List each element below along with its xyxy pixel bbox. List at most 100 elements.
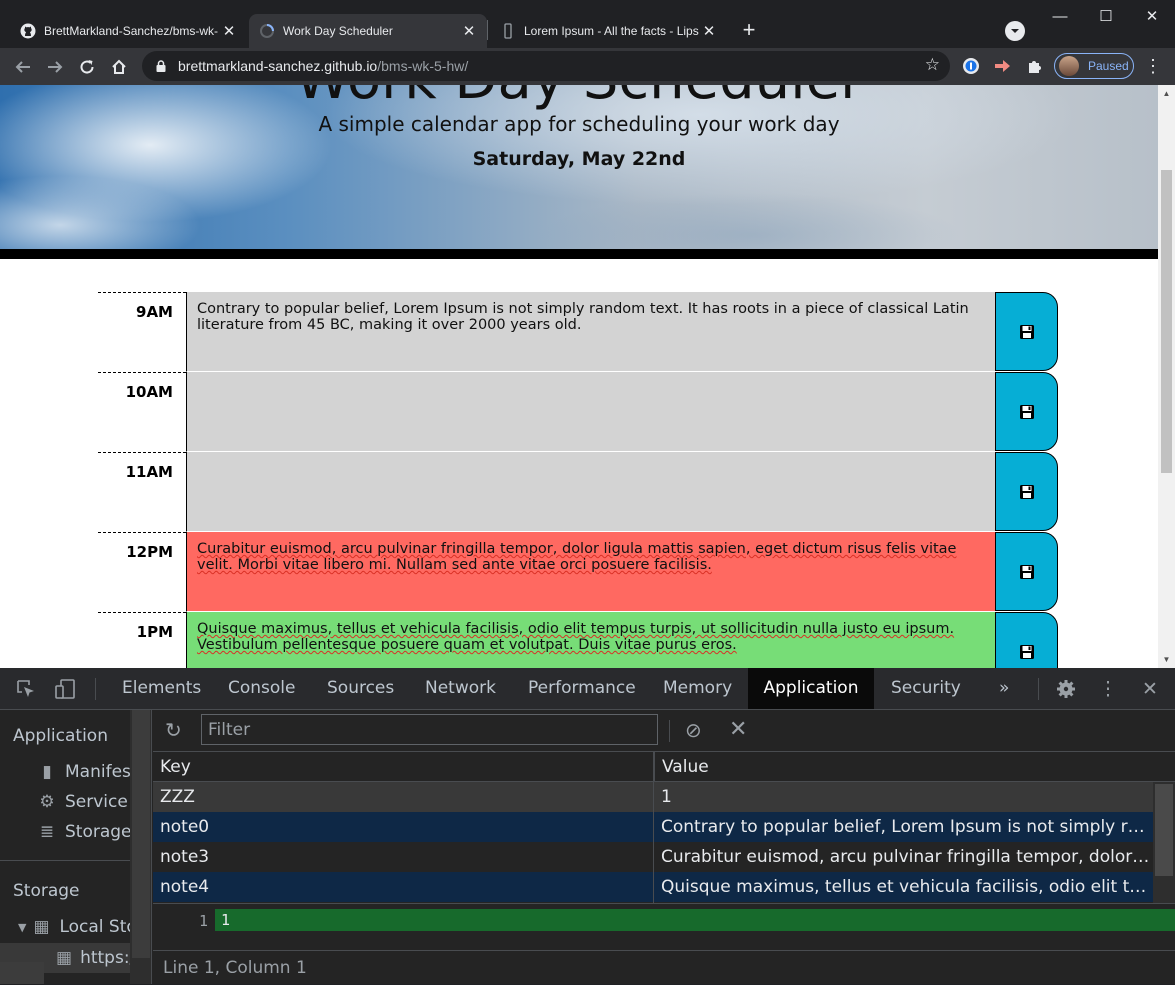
close-icon[interactable]: ✕ (701, 22, 717, 40)
tab-lorem-ipsum[interactable]: Lorem Ipsum - All the facts - Lips ✕ (490, 14, 727, 48)
close-window-button[interactable]: ✕ (1129, 0, 1175, 32)
column-divider[interactable] (653, 752, 654, 903)
storage-table-panel: ↻ ⊘ ✕ Key Value ZZZ 1 note0 Contrary to … (153, 710, 1175, 984)
status-bar: Line 1, Column 1 (153, 950, 1175, 984)
description-textarea[interactable]: Contrary to popular belief, Lorem Ipsum … (186, 292, 995, 372)
tab-github[interactable]: BrettMarkland-Sanchez/bms-wk- ✕ (10, 14, 247, 48)
database-icon: ≣ (39, 822, 55, 842)
save-button[interactable] (995, 452, 1058, 531)
back-button[interactable] (10, 54, 36, 80)
refresh-icon[interactable]: ↻ (165, 718, 182, 743)
page-subtitle: A simple calendar app for scheduling you… (318, 112, 840, 136)
scrollbar-thumb[interactable] (1155, 784, 1173, 876)
arrow-left-icon (15, 61, 30, 73)
row-key: note3 (160, 847, 210, 867)
sidebar-divider (0, 860, 130, 861)
reload-icon (80, 60, 94, 74)
avatar (1059, 56, 1079, 76)
tab-sources[interactable]: Sources (316, 668, 405, 709)
preview-code: 1 (215, 909, 1175, 931)
close-icon[interactable]: ✕ (461, 22, 477, 40)
row-value: 1 (661, 787, 672, 807)
time-block: 9AM Contrary to popular belief, Lorem Ip… (98, 292, 1060, 372)
sidebar-scrollbar[interactable] (130, 710, 151, 984)
row-value: Contrary to popular belief, Lorem Ipsum … (661, 817, 1152, 837)
browser-menu-icon[interactable]: ⋮ (1144, 56, 1162, 77)
toolbar-divider (95, 678, 96, 700)
column-header-key[interactable]: Key (153, 752, 654, 782)
hour-label: 10AM (98, 372, 186, 452)
scrollbar-thumb[interactable] (132, 710, 150, 958)
row-value: Quisque maximus, tellus et vehicula faci… (661, 877, 1152, 897)
clear-all-icon[interactable]: ⊘ (685, 718, 702, 743)
scroll-down-icon[interactable]: ▼ (1158, 651, 1175, 668)
document-icon: ▮ (42, 762, 52, 782)
save-button[interactable] (995, 292, 1058, 371)
new-tab-button[interactable]: + (738, 19, 760, 42)
minimize-button[interactable]: — (1037, 0, 1083, 32)
floppy-disk-icon (1019, 644, 1034, 659)
sidebar-hscroll-thumb[interactable] (0, 962, 44, 984)
forward-button[interactable] (42, 54, 68, 80)
sidebar-item-storage[interactable]: ≣ Storage (37, 822, 132, 842)
row-key: ZZZ (160, 787, 195, 807)
close-devtools-icon[interactable]: ✕ (1139, 678, 1161, 700)
table-scrollbar[interactable] (1153, 782, 1175, 903)
home-button[interactable] (106, 54, 132, 80)
page-scrollbar[interactable]: ▲ ▼ (1158, 85, 1175, 668)
extensions-puzzle-icon[interactable] (1026, 57, 1044, 75)
lipsum-icon (500, 23, 516, 39)
scrollbar-thumb[interactable] (1161, 170, 1172, 473)
address-bar[interactable]: brettmarkland-sanchez.github.io/bms-wk-5… (142, 51, 950, 81)
profile-button[interactable]: Paused (1054, 53, 1134, 79)
tab-separator (487, 20, 488, 40)
delete-selected-icon[interactable]: ✕ (729, 716, 747, 742)
tab-console[interactable]: Console (217, 668, 307, 709)
page-viewport: Work Day Scheduler A simple calendar app… (0, 85, 1175, 668)
extension-arrow-icon[interactable] (993, 57, 1011, 75)
close-icon[interactable]: ✕ (221, 22, 237, 40)
bookmark-star-icon[interactable]: ☆ (925, 55, 940, 75)
maximize-button[interactable]: ☐ (1083, 0, 1129, 32)
more-tabs-icon[interactable]: » (988, 668, 1020, 709)
save-button[interactable] (995, 612, 1058, 668)
description-textarea[interactable] (186, 452, 995, 532)
sidebar-item-label: Storage (65, 822, 132, 842)
filter-input[interactable] (201, 714, 658, 745)
header-divider (0, 249, 1158, 259)
description-textarea[interactable] (186, 372, 995, 452)
column-header-value[interactable]: Value (654, 752, 1175, 782)
kebab-menu-icon[interactable]: ⋮ (1097, 678, 1119, 700)
tab-title: Lorem Ipsum - All the facts - Lips (524, 24, 699, 38)
tab-work-day-scheduler[interactable]: Work Day Scheduler ✕ (249, 14, 487, 48)
tab-application[interactable]: Application (748, 668, 874, 709)
tree-expand-icon: ▼ (18, 920, 27, 934)
sidebar-item-label: Manifest (65, 762, 138, 782)
password-manager-icon[interactable] (962, 57, 980, 75)
description-textarea[interactable]: Curabitur euismod, arcu pulvinar fringil… (186, 532, 995, 612)
device-toolbar-icon[interactable] (54, 678, 76, 700)
description-textarea[interactable]: Quisque maximus, tellus et vehicula faci… (186, 612, 995, 668)
reload-button[interactable] (74, 54, 100, 80)
tab-memory[interactable]: Memory (652, 668, 743, 709)
scroll-up-icon[interactable]: ▲ (1158, 85, 1175, 102)
time-block: 11AM (98, 452, 1060, 532)
row-key: note0 (160, 817, 210, 837)
tab-elements[interactable]: Elements (111, 668, 212, 709)
sidebar-item-manifest[interactable]: ▮ Manifest (37, 762, 138, 782)
tab-network[interactable]: Network (414, 668, 507, 709)
tab-security[interactable]: Security (880, 668, 972, 709)
settings-gear-icon[interactable] (1055, 678, 1077, 700)
floppy-disk-icon (1019, 484, 1034, 499)
value-preview: 1 1 (153, 903, 1175, 941)
save-button[interactable] (995, 532, 1058, 611)
row-key: note4 (160, 877, 210, 897)
preview-line-number: 1 (198, 912, 208, 930)
tab-strip: BrettMarkland-Sanchez/bms-wk- ✕ Work Day… (0, 0, 1175, 48)
save-button[interactable] (995, 372, 1058, 451)
tab-performance[interactable]: Performance (517, 668, 647, 709)
browser-toolbar: brettmarkland-sanchez.github.io/bms-wk-5… (0, 48, 1175, 85)
header-jumbotron: Work Day Scheduler A simple calendar app… (0, 85, 1158, 249)
tab-search-button[interactable] (1005, 21, 1025, 41)
inspect-element-icon[interactable] (15, 678, 37, 700)
